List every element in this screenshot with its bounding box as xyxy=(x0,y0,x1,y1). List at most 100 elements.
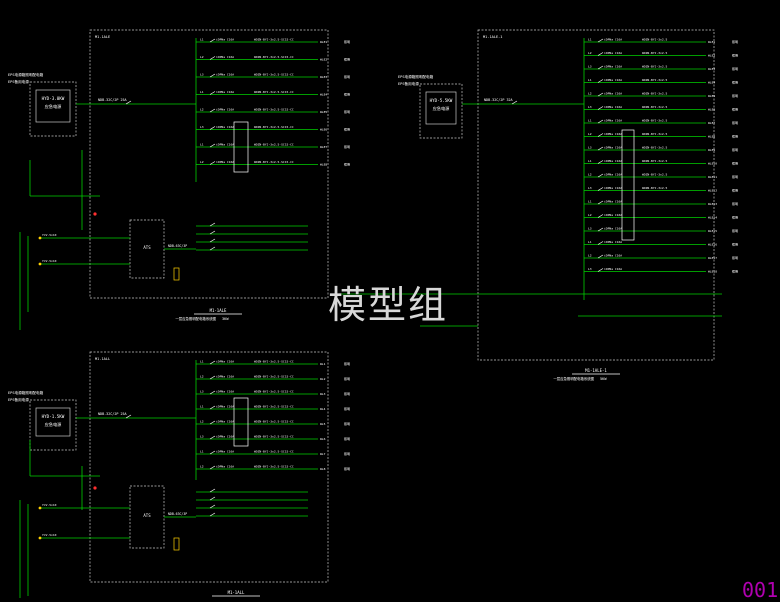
feeder-use-label: 照明 xyxy=(732,81,738,85)
feeder-circuit-id: WLE7 xyxy=(708,121,715,125)
feeder-breaker-label: iDPNa C16A xyxy=(604,200,622,204)
feeder-cable-label: WDZN-BYJ-3x2.5 xyxy=(642,119,667,123)
eps-subtitle: EPS备用电源 xyxy=(398,81,419,86)
feeder-breaker-label: iDPNa C16A xyxy=(216,55,234,59)
phase-label: L2 xyxy=(588,173,592,177)
panel-caption-kw: 5KW xyxy=(600,377,607,381)
phase-label: L2 xyxy=(200,420,204,424)
lower-breaker-label: NDB-63C/3P xyxy=(168,244,187,248)
eps-title: EPS电源箱照明配电箱 xyxy=(8,390,44,395)
feeder-breaker xyxy=(209,465,216,470)
feeder-circuit-id: WLE4 xyxy=(320,93,327,97)
feeder-cable-label: WDZN-BYJ-3x2.5-SC15-CC xyxy=(254,390,294,394)
feeder-use-label: 照明 xyxy=(344,145,350,149)
feeder-breaker-label: iDPNa C16A xyxy=(604,65,622,69)
feeder-breaker xyxy=(597,254,604,259)
feeder-breaker xyxy=(209,143,216,148)
feeder-cable-label: WDZN-BYJ-3x2.5 xyxy=(642,105,667,109)
feeder-cable-label: WDZN-BYJ-3x2.5-SC15-CC xyxy=(254,375,294,379)
feeder-circuit-id: WLE1 xyxy=(708,40,715,44)
normal-supply-cable: YJV-5x10 xyxy=(42,233,57,237)
feeder-breaker-label: iDPNa C16A xyxy=(216,420,234,424)
feeder-use-label: 照明 xyxy=(732,67,738,71)
feeder-breaker xyxy=(209,360,216,365)
phase-label: L2 xyxy=(200,108,204,112)
panel-caption-sub: 一层应急照明配电箱系统图 xyxy=(175,316,216,321)
feeder-use-label: 照明 xyxy=(732,229,738,233)
phase-label: L1 xyxy=(588,240,592,244)
phase-label: L2 xyxy=(588,254,592,258)
feeder-breaker xyxy=(209,405,216,410)
feeder-breaker-label: iDPNa C16A xyxy=(604,159,622,163)
feeder-breaker xyxy=(597,52,604,56)
feeder-cable-label: WDZN-BYJ-3x2.5-SC15-CC xyxy=(254,465,294,469)
panel-caption: M1-1ALE-1 xyxy=(585,368,607,373)
eps-title: EPS电源箱照明配电箱 xyxy=(398,74,434,79)
feeder-cable-label: WDZN-BYJ-3x2.5-SC15-CC xyxy=(254,90,294,94)
feeder-breaker xyxy=(209,56,216,60)
feeder-use-label: 照明 xyxy=(732,108,738,112)
phase-label: L2 xyxy=(200,55,204,59)
feeder-breaker xyxy=(597,241,604,245)
feeder-breaker-label: iDPNa C16A xyxy=(604,105,622,109)
feeder-cable-label: WDZN-BYJ-3x2.5-SC15-CC xyxy=(254,420,294,424)
phase-label: L1 xyxy=(588,159,592,163)
feeder-circuit-id: WLE1 xyxy=(320,40,327,44)
lower-feeder-breaker xyxy=(209,238,216,243)
feeder-use-label: 照明 xyxy=(732,270,738,274)
phase-label: L1 xyxy=(200,360,204,364)
feeder-breaker-label: iDPNa C16A xyxy=(216,465,234,469)
feeder-use-label: 照明 xyxy=(344,110,350,114)
feeder-circuit-id: WLE7 xyxy=(320,145,327,149)
feeder-breaker xyxy=(597,106,604,110)
eps-unit-sub: 应急电源 xyxy=(45,421,63,428)
phase-label: L3 xyxy=(200,125,204,129)
feeder-circuit-id: WLE5 xyxy=(708,94,715,98)
feeder-cable-label: WDZN-BYJ-3x2.5-SC15-CC xyxy=(254,405,294,409)
feeder-use-label: 照明 xyxy=(732,121,738,125)
feeder-use-label: 照明 xyxy=(732,202,738,206)
feeder-circuit-id: WLE5 xyxy=(320,110,327,114)
phase-label: L1 xyxy=(200,450,204,454)
feeder-use-label: 照明 xyxy=(344,422,350,426)
feeder-cable-label: WDZN-BYJ-3x2.5-SC15-CC xyxy=(254,143,294,147)
feeder-breaker xyxy=(209,73,216,78)
feeder-cable-label: WDZN-BYJ-3x2.5-SC15-CC xyxy=(254,160,294,164)
feeder-breaker-label: iDPNa C16A xyxy=(604,78,622,82)
feeder-breaker-label: iDPNa C16A xyxy=(216,38,234,42)
feeder-circuit-id: WL7 xyxy=(320,452,326,456)
feeder-breaker-label: iDPNa C16A xyxy=(604,38,622,42)
eps-unit-label: HYD-5.5KW xyxy=(430,98,453,103)
lower-feeder-breaker xyxy=(209,488,216,493)
feeder-breaker-label: iDPNa C16A xyxy=(216,405,234,409)
feeder-circuit-id: WL2 xyxy=(320,377,326,381)
feeder-cable-label: WDZN-BYJ-3x2.5 xyxy=(642,173,667,177)
feeder-use-label: 照明 xyxy=(344,407,350,411)
feeder-circuit-id: WLE17 xyxy=(708,256,717,260)
feeder-breaker xyxy=(597,173,604,178)
phase-label: L1 xyxy=(200,38,204,42)
feeder-use-label: 照明 xyxy=(344,163,350,167)
main-breaker-label: NDB-32C/2P 25A xyxy=(98,412,127,416)
feeder-breaker-label: iDPNa C16A xyxy=(604,92,622,96)
panel-header-label: M1-1ALL xyxy=(95,357,110,361)
panel-caption: M1-1ALL xyxy=(228,590,245,595)
feeder-use-label: 照明 xyxy=(344,452,350,456)
feeder-circuit-id: WLE8 xyxy=(708,135,715,139)
lower-breaker-label: NDB-63C/3P xyxy=(168,512,187,516)
feeder-breaker-label: iDPNa C16A xyxy=(604,267,622,271)
eps-subtitle: EPS备用电源 xyxy=(8,397,29,402)
feeder-circuit-id: WLE3 xyxy=(708,67,715,71)
feeder-circuit-id: WL5 xyxy=(320,422,326,426)
feeder-use-label: 照明 xyxy=(732,135,738,139)
feeder-breaker xyxy=(209,126,216,130)
feeder-breaker-label: iDPNa C16A xyxy=(604,146,622,150)
feeder-breaker xyxy=(209,161,216,165)
feeder-use-label: 照明 xyxy=(732,256,738,260)
feeder-breaker xyxy=(597,133,604,137)
lower-feeder-breaker xyxy=(209,504,216,509)
feeder-circuit-id: WL1 xyxy=(320,362,326,366)
marker-dot xyxy=(93,212,97,216)
phase-label: L2 xyxy=(200,465,204,469)
feeder-use-label: 照明 xyxy=(732,189,738,193)
